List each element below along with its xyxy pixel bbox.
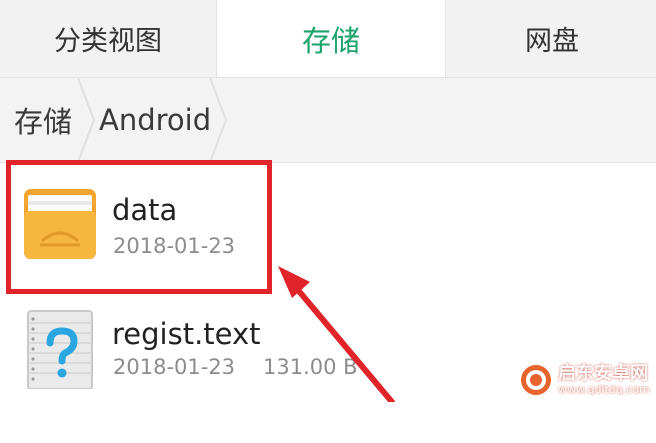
breadcrumb-item-android[interactable]: Android: [99, 78, 211, 162]
file-list-item[interactable]: data 2018-01-23: [0, 163, 656, 303]
file-list-item[interactable]: regist.text 2018-01-23 131.00 B: [0, 303, 656, 443]
folder-icon: [24, 189, 96, 259]
tab-storage[interactable]: 存储: [216, 0, 446, 77]
breadcrumb-item-storage[interactable]: 存储: [14, 78, 72, 162]
file-size: 131.00 B: [263, 355, 358, 379]
tab-bar: 分类视图 存储 网盘: [0, 0, 656, 78]
unknown-file-icon: [27, 310, 93, 389]
tab-cloud-drive[interactable]: 网盘: [446, 0, 656, 77]
tab-category-view[interactable]: 分类视图: [0, 0, 216, 77]
breadcrumb-separator-icon: [209, 78, 228, 162]
file-name: data: [112, 193, 178, 227]
breadcrumb: 存储 Android: [0, 78, 656, 163]
file-date: 2018-01-23: [113, 355, 236, 379]
file-date: 2018-01-23: [113, 234, 236, 258]
breadcrumb-separator-icon: [77, 78, 96, 162]
file-name: regist.text: [112, 317, 261, 351]
